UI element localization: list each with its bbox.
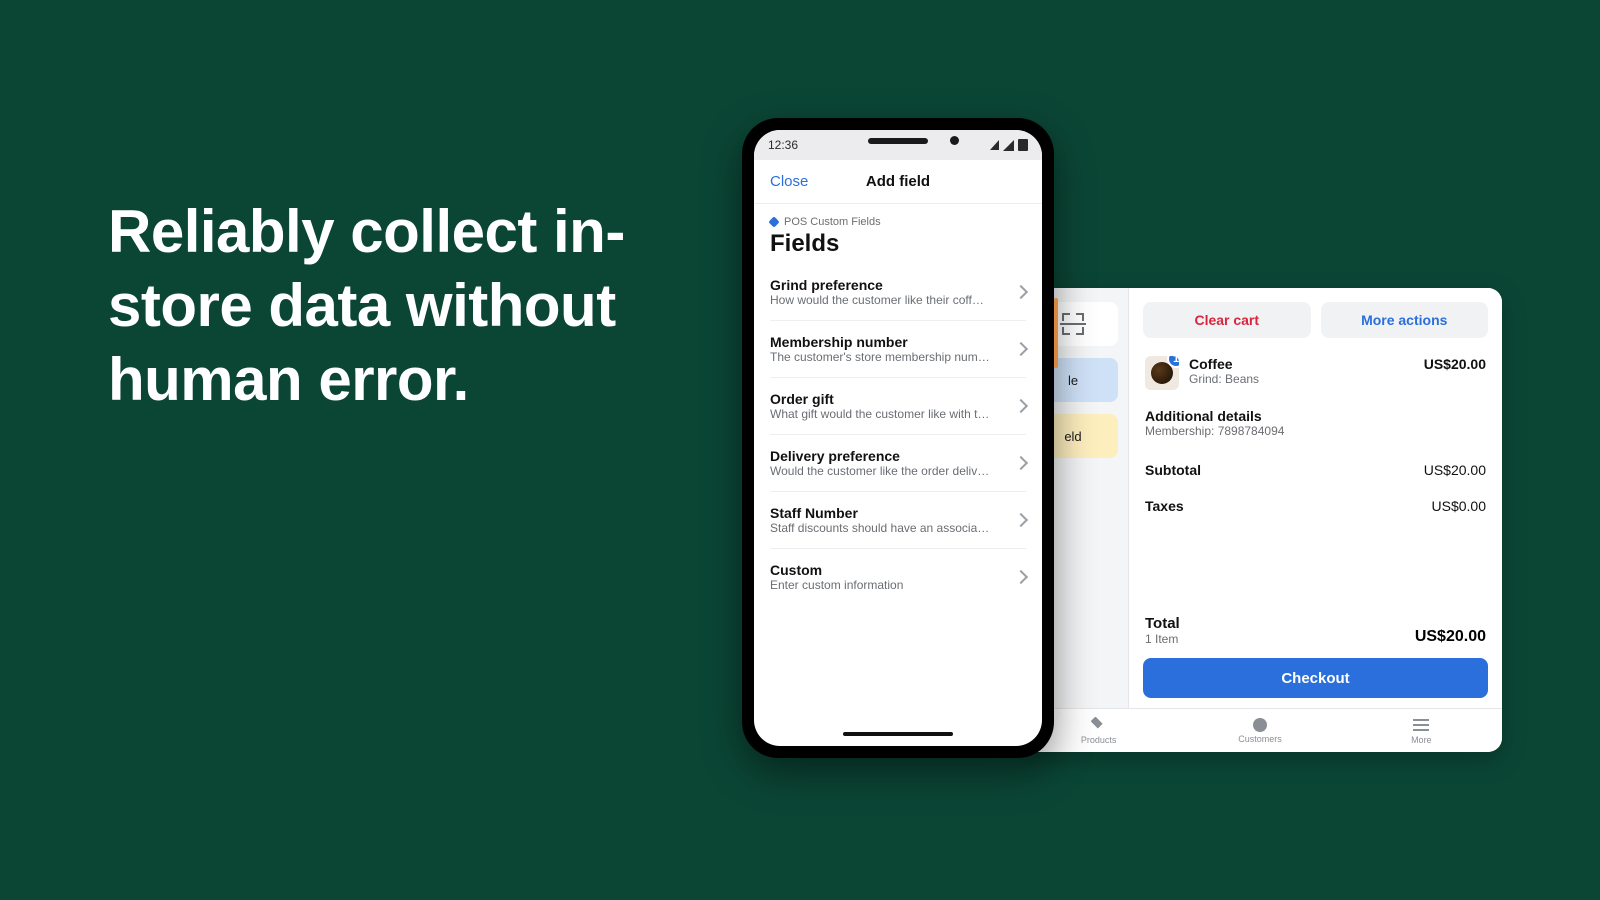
additional-details-line: Membership: 7898784094 [1129, 424, 1502, 448]
additional-details-header: Additional details [1129, 398, 1502, 424]
status-time: 12:36 [768, 138, 798, 152]
chevron-right-icon [1014, 570, 1028, 584]
total-sub: 1 Item [1145, 632, 1180, 646]
field-subtitle: The customer's store membership number [770, 350, 990, 364]
field-row-staff-number[interactable]: Staff Number Staff discounts should have… [770, 492, 1026, 549]
cart-line-item[interactable]: 1 Coffee Grind: Beans US$20.00 [1129, 348, 1502, 398]
chevron-right-icon [1014, 513, 1028, 527]
pos-tile-blue-label: le [1068, 373, 1078, 388]
field-row-delivery-preference[interactable]: Delivery preference Would the customer l… [770, 435, 1026, 492]
taxes-value: US$0.00 [1432, 498, 1486, 514]
subtotal-value: US$20.00 [1424, 462, 1486, 478]
taxes-label: Taxes [1145, 498, 1184, 514]
barcode-scan-icon [1062, 313, 1084, 335]
line-item-title: Coffee [1189, 356, 1414, 372]
tab-customers[interactable]: Customers [1179, 709, 1340, 752]
more-actions-button[interactable]: More actions [1321, 302, 1489, 338]
field-subtitle: How would the customer like their coffee… [770, 293, 990, 307]
checkout-button[interactable]: Checkout [1143, 658, 1488, 698]
phone-screen: 12:36 Close Add field POS Custom Fields … [754, 130, 1042, 746]
field-row-membership-number[interactable]: Membership number The customer's store m… [770, 321, 1026, 378]
home-indicator [754, 728, 1042, 746]
phone-frame: 12:36 Close Add field POS Custom Fields … [742, 118, 1054, 758]
field-row-order-gift[interactable]: Order gift What gift would the customer … [770, 378, 1026, 435]
tab-customers-label: Customers [1238, 734, 1282, 744]
hamburger-icon [1413, 717, 1429, 733]
tab-more[interactable]: More [1341, 709, 1502, 752]
chevron-right-icon [1014, 342, 1028, 356]
field-title: Membership number [770, 334, 990, 350]
field-row-grind-preference[interactable]: Grind preference How would the customer … [770, 264, 1026, 321]
user-icon [1253, 718, 1267, 732]
field-title: Order gift [770, 391, 990, 407]
close-button[interactable]: Close [770, 173, 808, 190]
chevron-right-icon [1014, 399, 1028, 413]
breadcrumb: POS Custom Fields [770, 212, 1026, 228]
line-item-price: US$20.00 [1424, 356, 1486, 372]
battery-icon [1018, 139, 1028, 151]
nav-bar: Close Add field [754, 160, 1042, 204]
phone-power-button [1054, 298, 1058, 368]
wifi-icon [990, 140, 999, 150]
phone-speaker [868, 138, 928, 144]
pos-cart-panel: Clear cart More actions 1 Coffee Grind: … [1128, 288, 1502, 708]
nav-title: Add field [866, 173, 930, 190]
field-subtitle: Staff discounts should have an associate… [770, 521, 990, 535]
signal-icon [1003, 140, 1014, 151]
clear-cart-button[interactable]: Clear cart [1143, 302, 1311, 338]
tab-more-label: More [1411, 735, 1432, 745]
total-label: Total [1145, 615, 1180, 632]
fields-list: POS Custom Fields Fields Grind preferenc… [754, 204, 1042, 728]
totals: Subtotal US$20.00 Taxes US$0.00 [1129, 448, 1502, 528]
app-badge-icon [768, 216, 779, 227]
tab-products-label: Products [1081, 735, 1117, 745]
field-subtitle: Would the customer like the order delive… [770, 464, 990, 478]
tag-icon [1091, 717, 1107, 733]
field-title: Grind preference [770, 277, 990, 293]
field-row-custom[interactable]: Custom Enter custom information [770, 549, 1026, 605]
breadcrumb-label: POS Custom Fields [784, 216, 881, 228]
product-thumbnail: 1 [1145, 356, 1179, 390]
field-title: Staff Number [770, 505, 990, 521]
pos-tabbar: Products Customers More [1018, 708, 1502, 752]
subtotal-label: Subtotal [1145, 462, 1201, 478]
total-value: US$20.00 [1415, 628, 1486, 646]
chevron-right-icon [1014, 285, 1028, 299]
marketing-headline: Reliably collect in-store data without h… [108, 195, 668, 416]
pos-tablet: le eld Clear cart More actions 1 Coffee … [1018, 288, 1502, 752]
field-title: Delivery preference [770, 448, 990, 464]
phone-camera [950, 136, 959, 145]
field-subtitle: Enter custom information [770, 578, 903, 592]
chevron-right-icon [1014, 456, 1028, 470]
status-bar: 12:36 [754, 130, 1042, 160]
grand-total-row: Total 1 Item US$20.00 [1129, 605, 1502, 652]
pos-tile-yellow-label: eld [1064, 429, 1081, 444]
field-subtitle: What gift would the customer like with t… [770, 407, 990, 421]
page-heading: Fields [770, 230, 1026, 258]
field-title: Custom [770, 562, 903, 578]
line-item-subtitle: Grind: Beans [1189, 372, 1414, 386]
